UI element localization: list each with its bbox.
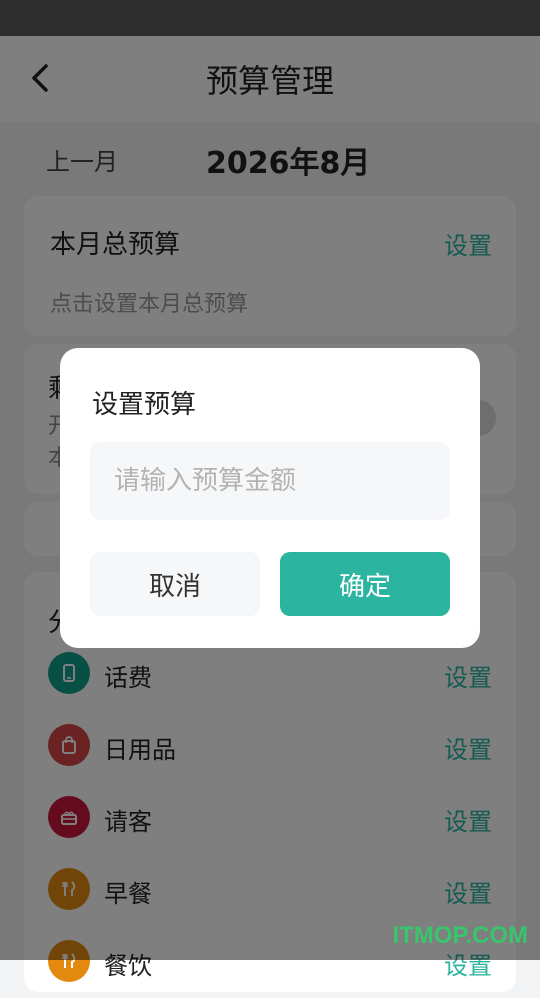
budget-amount-input[interactable] [90,442,450,520]
watermark: ITMOP.COM [392,922,528,949]
confirm-button[interactable]: 确定 [280,552,450,616]
cancel-button[interactable]: 取消 [90,552,260,616]
set-budget-dialog: 设置预算 取消 确定 [60,348,480,648]
dialog-title: 设置预算 [92,390,197,420]
